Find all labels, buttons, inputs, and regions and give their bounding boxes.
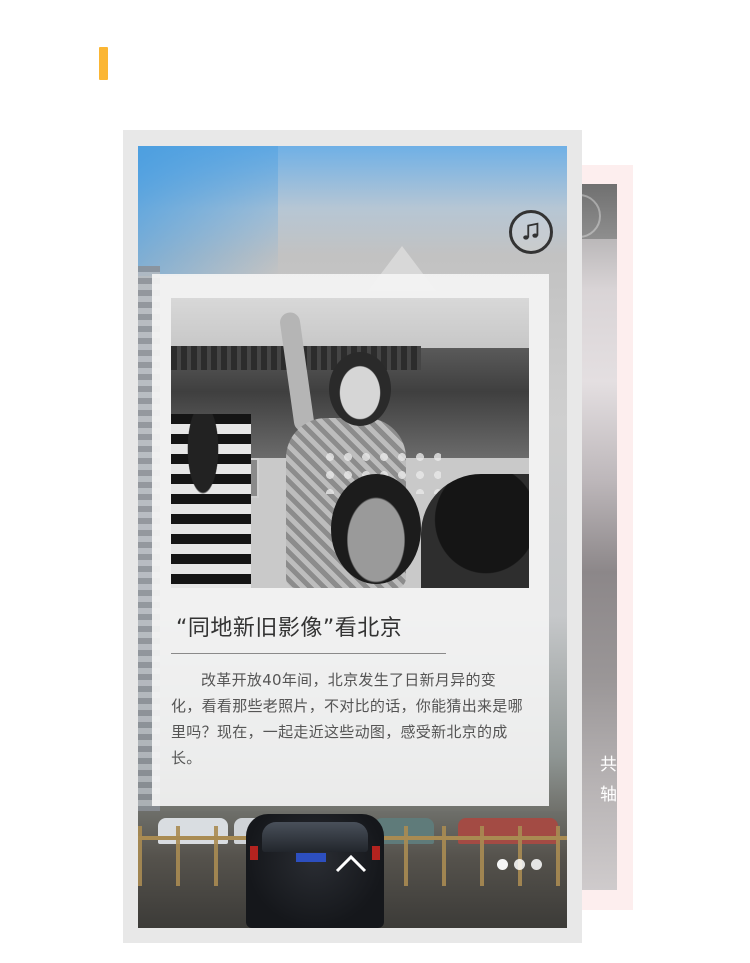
pager-dot[interactable] (514, 859, 525, 870)
scroll-up-button[interactable] (334, 852, 368, 874)
title-underline (171, 653, 446, 654)
music-toggle-button[interactable] (509, 210, 553, 254)
h5-screen[interactable]: “同地新旧影像”看北京 改革开放40年间，北京发生了日新月异的变化，看看那些老照… (138, 146, 567, 928)
next-card[interactable]: 共 轴 (579, 165, 633, 910)
photo-crowd (421, 474, 529, 588)
music-note-icon (523, 222, 539, 240)
background-sedan-taillight (372, 846, 380, 860)
article-photo (171, 298, 529, 588)
next-card-peek-line-1: 共 (600, 755, 617, 775)
background-sedan-plate (296, 853, 326, 862)
background-sky (138, 146, 278, 276)
background-sedan-window (262, 822, 368, 852)
phone-frame: “同地新旧影像”看北京 改革开放40年间，北京发生了日新月异的变化，看看那些老照… (123, 130, 582, 943)
photo-girl-head (329, 352, 391, 426)
chevron-up-icon (335, 854, 367, 873)
photo-man-head (331, 474, 421, 584)
next-card-peek-text: 共 轴 (579, 750, 617, 810)
background-sedan-taillight (250, 846, 258, 860)
article-body: 改革开放40年间，北京发生了日新月异的变化，看看那些老照片，不对比的话，你能猜出… (171, 671, 523, 767)
next-card-peek-line-2: 轴 (600, 785, 617, 805)
section-accent-bar (99, 47, 108, 80)
pager-dot[interactable] (531, 859, 542, 870)
pager-dot[interactable] (497, 859, 508, 870)
photo-crowd (171, 414, 251, 588)
pager-dots (497, 859, 542, 870)
article-panel[interactable]: “同地新旧影像”看北京 改革开放40年间，北京发生了日新月异的变化，看看那些老照… (152, 274, 549, 806)
article-title: “同地新旧影像”看北京 (176, 616, 403, 641)
next-card-preview: 共 轴 (579, 184, 617, 890)
